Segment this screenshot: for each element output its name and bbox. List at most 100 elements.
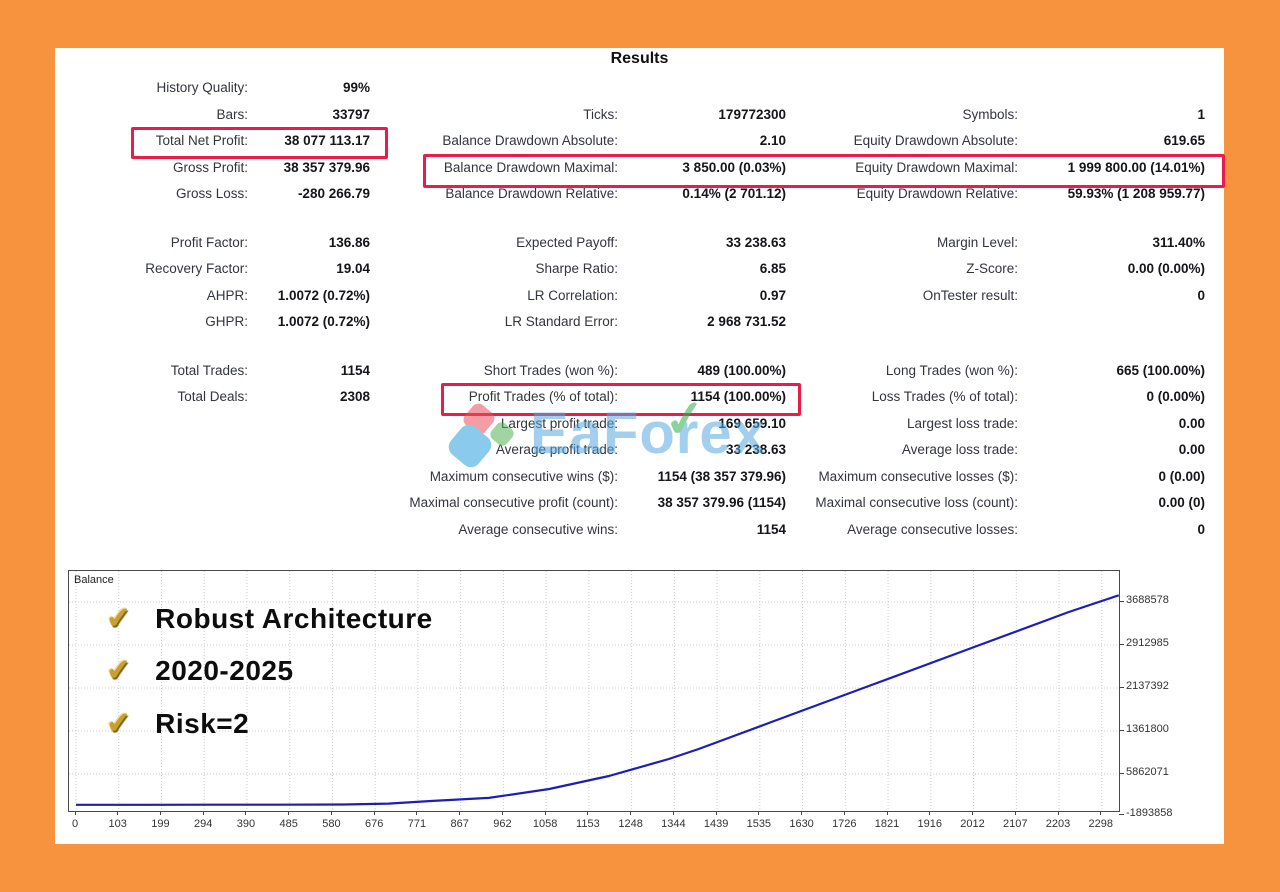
stat-row: Long Trades (won %):665 (100.00%) bbox=[810, 358, 1205, 385]
stat-value: 0 (0.00) bbox=[1018, 464, 1205, 491]
stat-label: GHPR: bbox=[70, 309, 248, 336]
x-axis-tickmark bbox=[801, 811, 802, 815]
x-axis-tick-label: 676 bbox=[352, 818, 396, 830]
stat-row: LR Correlation:0.97 bbox=[383, 283, 786, 310]
stat-row: Total Net Profit:38 077 113.17 bbox=[70, 128, 370, 155]
x-axis-tick-label: 0 bbox=[53, 818, 97, 830]
stat-value: 311.40% bbox=[1018, 230, 1205, 257]
stat-label: Total Deals: bbox=[70, 384, 248, 411]
x-axis-tick-label: 962 bbox=[480, 818, 524, 830]
stat-row: Z-Score:0.00 (0.00%) bbox=[810, 256, 1205, 283]
stat-label: Average loss trade: bbox=[810, 437, 1018, 464]
x-axis-tick-label: 867 bbox=[438, 818, 482, 830]
stat-value: 136.86 bbox=[248, 230, 370, 257]
y-axis-tickmark bbox=[1119, 814, 1124, 815]
y-axis-tickmark bbox=[1119, 730, 1124, 731]
x-axis-tick-label: 1439 bbox=[694, 818, 738, 830]
stat-label: Maximum consecutive wins ($): bbox=[383, 464, 618, 491]
stat-value: 0.97 bbox=[618, 283, 786, 310]
x-axis-tick-label: 2107 bbox=[993, 818, 1037, 830]
stat-value: 33797 bbox=[248, 102, 370, 129]
stat-row bbox=[810, 309, 1205, 336]
stat-label: Average consecutive losses: bbox=[810, 517, 1018, 544]
x-axis-tickmark bbox=[1058, 811, 1059, 815]
stat-label: Expected Payoff: bbox=[383, 230, 618, 257]
stat-row: Maximum consecutive losses ($):0 (0.00) bbox=[810, 464, 1205, 491]
x-axis-tick-label: 1630 bbox=[780, 818, 824, 830]
x-axis-tickmark bbox=[416, 811, 417, 815]
stat-label: Maximal consecutive loss (count): bbox=[810, 490, 1018, 517]
stats-column-middle: Ticks:179772300Balance Drawdown Absolute… bbox=[383, 75, 786, 565]
x-axis-tickmark bbox=[587, 811, 588, 815]
stat-row: Balance Drawdown Absolute:2.10 bbox=[383, 128, 786, 155]
x-axis-tick-label: 2298 bbox=[1079, 818, 1123, 830]
stat-value: 1154 bbox=[618, 517, 786, 544]
stat-label: Ticks: bbox=[383, 102, 618, 129]
page-title: Results bbox=[55, 50, 1224, 68]
stat-row: Maximal consecutive profit (count):38 35… bbox=[383, 490, 786, 517]
stat-value: 179772300 bbox=[618, 102, 786, 129]
stat-value: 0.00 (0.00%) bbox=[1018, 256, 1205, 283]
stat-label: Margin Level: bbox=[810, 230, 1018, 257]
x-axis-tick-label: 771 bbox=[395, 818, 439, 830]
stat-value: 1154 bbox=[248, 358, 370, 385]
stat-row: Balance Drawdown Maximal:3 850.00 (0.03%… bbox=[383, 155, 786, 182]
stat-label: Total Trades: bbox=[70, 358, 248, 385]
x-axis-tick-label: 1153 bbox=[566, 818, 610, 830]
x-axis-tickmark bbox=[630, 811, 631, 815]
y-axis-tickmark bbox=[1119, 601, 1124, 602]
stat-label: Gross Loss: bbox=[70, 181, 248, 208]
x-axis-tickmark bbox=[502, 811, 503, 815]
stat-label: Loss Trades (% of total): bbox=[810, 384, 1018, 411]
stat-row: Gross Profit:38 357 379.96 bbox=[70, 155, 370, 182]
stat-label: Average profit trade: bbox=[383, 437, 618, 464]
stat-label: Short Trades (won %): bbox=[383, 358, 618, 385]
stat-value: 38 357 379.96 (1154) bbox=[618, 490, 786, 517]
y-axis-tick-label: 1361800 bbox=[1126, 723, 1169, 735]
stat-label: Recovery Factor: bbox=[70, 256, 248, 283]
stat-row: Balance Drawdown Relative:0.14% (2 701.1… bbox=[383, 181, 786, 208]
stat-row: Equity Drawdown Maximal:1 999 800.00 (14… bbox=[810, 155, 1205, 182]
stat-label: Largest profit trade: bbox=[383, 411, 618, 438]
stat-row: Gross Loss:-280 266.79 bbox=[70, 181, 370, 208]
stat-label: Symbols: bbox=[810, 102, 1018, 129]
stat-row: Expected Payoff:33 238.63 bbox=[383, 230, 786, 257]
stat-label bbox=[810, 75, 1018, 102]
stat-row: Profit Trades (% of total):1154 (100.00%… bbox=[383, 384, 786, 411]
stat-value: 169 659.10 bbox=[618, 411, 786, 438]
stat-value: 19.04 bbox=[248, 256, 370, 283]
stat-row bbox=[810, 75, 1205, 102]
stat-value: 0.00 (0) bbox=[1018, 490, 1205, 517]
stat-value: 489 (100.00%) bbox=[618, 358, 786, 385]
x-axis-tick-label: 1726 bbox=[822, 818, 866, 830]
x-axis-tickmark bbox=[1100, 811, 1101, 815]
stat-value: 1.0072 (0.72%) bbox=[248, 283, 370, 310]
stat-row: Equity Drawdown Absolute:619.65 bbox=[810, 128, 1205, 155]
x-axis-tickmark bbox=[331, 811, 332, 815]
annotation-years: ✔ 2020-2025 bbox=[106, 653, 294, 688]
gold-check-icon: ✔ bbox=[105, 652, 133, 689]
stat-row: LR Standard Error:2 968 731.52 bbox=[383, 309, 786, 336]
stat-row: GHPR:1.0072 (0.72%) bbox=[70, 309, 370, 336]
stat-row: AHPR:1.0072 (0.72%) bbox=[70, 283, 370, 310]
stats-column-right: Symbols:1Equity Drawdown Absolute:619.65… bbox=[810, 75, 1205, 565]
gold-check-icon: ✔ bbox=[105, 600, 133, 637]
x-axis-tick-label: 390 bbox=[224, 818, 268, 830]
stat-value: 1.0072 (0.72%) bbox=[248, 309, 370, 336]
stat-value: 99% bbox=[248, 75, 370, 102]
stat-value: -280 266.79 bbox=[248, 181, 370, 208]
y-axis-tick-label: 3688578 bbox=[1126, 594, 1169, 606]
y-axis-tickmark bbox=[1119, 644, 1124, 645]
stat-value: 1 bbox=[1018, 102, 1205, 129]
y-axis-tick-label: 2912985 bbox=[1126, 637, 1169, 649]
stat-label: Gross Profit: bbox=[70, 155, 248, 182]
stat-label: Bars: bbox=[70, 102, 248, 129]
x-axis-tickmark bbox=[203, 811, 204, 815]
x-axis-tick-label: 580 bbox=[309, 818, 353, 830]
x-axis-tickmark bbox=[245, 811, 246, 815]
y-axis-tick-label: 2137392 bbox=[1126, 680, 1169, 692]
annotation-robust-architecture: ✔ Robust Architecture bbox=[106, 601, 433, 636]
x-axis-tickmark bbox=[1015, 811, 1016, 815]
stat-label: Balance Drawdown Relative: bbox=[383, 181, 618, 208]
stat-label: Maximal consecutive profit (count): bbox=[383, 490, 618, 517]
